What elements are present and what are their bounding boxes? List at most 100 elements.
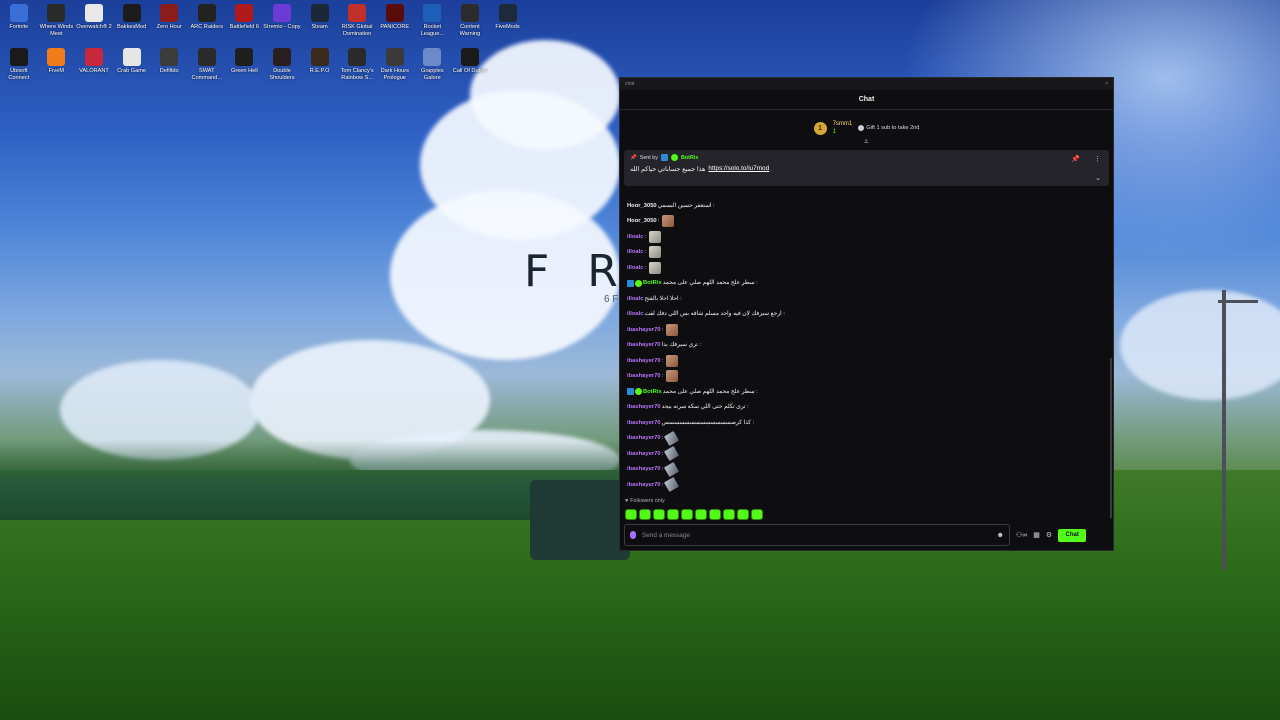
desktop-shortcut[interactable]: SWAT Command...	[188, 46, 226, 90]
quick-emote[interactable]	[737, 509, 749, 520]
quick-emote[interactable]	[709, 509, 721, 520]
pinned-author[interactable]: BotRix	[681, 155, 698, 161]
chevron-down-icon[interactable]: ⌄	[1095, 174, 1101, 182]
desktop-shortcut[interactable]: VALORANT	[75, 46, 113, 90]
emote-pen	[664, 461, 680, 477]
quick-emote[interactable]	[625, 509, 637, 520]
desktop-shortcut[interactable]: Call Of Duty®	[451, 46, 489, 90]
quick-emote[interactable]	[695, 509, 707, 520]
bakkesmod-icon	[122, 4, 141, 22]
chat-username[interactable]: Hoor_3050	[627, 203, 657, 209]
desktop-shortcut-label: Crab Game	[117, 68, 147, 74]
chat-username[interactable]: BotRix	[643, 280, 662, 286]
quick-emote[interactable]	[653, 509, 665, 520]
desktop-shortcut-label: Tom Clancy's Rainbow S...	[340, 68, 374, 81]
chat-username[interactable]: ibashayer70	[627, 404, 661, 410]
desktop-shortcut[interactable]: FiveMods	[489, 2, 527, 46]
chat-username[interactable]: ibashayer70	[627, 358, 661, 364]
chat-message-text: :	[661, 466, 664, 473]
chat-username[interactable]: ibashayer70	[627, 466, 661, 472]
desktop-icon-row: Fortnite Where Winds Meet Overwatch® 2 Bakk…	[0, 2, 530, 46]
quick-emote[interactable]	[751, 509, 763, 520]
desktop-shortcut-label: BakkesMod	[116, 24, 147, 30]
chat-username[interactable]: ibashayer70	[627, 435, 661, 441]
desktop-shortcut[interactable]: Grapples Galore	[414, 46, 452, 90]
chat-message-text: :	[657, 218, 660, 225]
desktop-shortcut[interactable]: Ubisoft Connect	[0, 46, 38, 90]
store-icon[interactable]: ▦	[1033, 531, 1040, 539]
chat-username[interactable]: ibashayer70	[627, 482, 661, 488]
desktop-shortcut[interactable]: Battlefield 6	[226, 2, 264, 46]
emoji-icon[interactable]: ☻	[997, 532, 1004, 539]
chat-username[interactable]: illoalc	[627, 296, 643, 302]
pinned-link[interactable]: https://solo.to/lu7mod	[708, 165, 769, 173]
chat-username[interactable]: illoalc	[627, 311, 643, 317]
desktop-shortcut[interactable]: Zero Hour	[150, 2, 188, 46]
desktop-shortcut[interactable]: Crab Game	[113, 46, 151, 90]
quick-emote[interactable]	[639, 509, 651, 520]
desktop-shortcut[interactable]: Rocket League...	[414, 2, 452, 46]
chat-username[interactable]: ibashayer70	[627, 420, 661, 426]
chat-header: Chat	[620, 90, 1113, 110]
chat-username[interactable]: illoalc	[627, 234, 643, 240]
window-titlebar[interactable]: chat ×	[620, 78, 1113, 90]
message-input[interactable]	[642, 531, 991, 539]
chevron-collapse-icon[interactable]: ⩡	[864, 137, 869, 147]
desktop-shortcut[interactable]: RISK Global Domination	[338, 2, 376, 46]
quick-emote[interactable]	[723, 509, 735, 520]
emote-pen	[664, 477, 680, 493]
close-icon[interactable]: ×	[1105, 81, 1108, 87]
steam-icon	[310, 4, 329, 22]
chat-username[interactable]: Hoor_3050	[627, 218, 657, 224]
unpin-icon[interactable]: 📌	[1071, 155, 1080, 163]
bot-icon	[627, 279, 634, 287]
send-chat-button[interactable]: Chat	[1058, 528, 1087, 542]
top-gifter[interactable]: 7smm1 1	[833, 120, 853, 136]
desktop-shortcut[interactable]: Defiltdo	[150, 46, 188, 90]
chat-message: BotRix: سطر علج محمد اللهم صلي علی محمد	[624, 384, 1110, 400]
quick-emote[interactable]	[681, 509, 693, 520]
more-options-icon[interactable]: ⋮	[1094, 155, 1101, 163]
desktop-shortcut[interactable]: Where Winds Meet	[38, 2, 76, 46]
desktop-shortcut[interactable]: Steam	[301, 2, 339, 46]
desktop-shortcut[interactable]: Dark Hours Prologue	[376, 46, 414, 90]
microphone-icon[interactable]	[630, 531, 636, 539]
chat-username[interactable]: ibashayer70	[627, 327, 661, 333]
quick-emote[interactable]	[667, 509, 679, 520]
chat-username[interactable]: ibashayer70	[627, 451, 661, 457]
chat-message: ibashayer70:	[624, 477, 1110, 493]
desktop-shortcut[interactable]: Fortnite	[0, 2, 38, 46]
desktop-shortcut[interactable]: ARC Raiders	[188, 2, 226, 46]
desktop-shortcut[interactable]: Overwatch® 2	[75, 2, 113, 46]
desktop-shortcut-label: Grapples Galore	[420, 68, 444, 81]
desktop-shortcut[interactable]: Stremio - Copy	[263, 2, 301, 46]
chat-message-text: : تري سيرفك بدا	[661, 342, 702, 349]
desktop-shortcut[interactable]: PANICORE	[376, 2, 414, 46]
rainbow-six-icon	[348, 48, 367, 66]
chat-message-text: :	[644, 233, 647, 240]
grapples-galore-icon	[423, 48, 442, 66]
chat-username[interactable]: ibashayer70	[627, 373, 661, 379]
message-input-box[interactable]: ☻	[624, 524, 1010, 546]
chat-username[interactable]: ibashayer70	[627, 342, 661, 348]
desktop-shortcut-label: Rocket League...	[420, 24, 444, 37]
chat-username[interactable]: illoalc	[627, 265, 643, 271]
gifter-count: 1	[832, 129, 836, 135]
message-list: Hoor_3050: استغفر حسين البسمي Hoor_3050: i…	[624, 198, 1110, 493]
verified-icon	[671, 154, 678, 161]
chat-message-text: :	[661, 373, 664, 380]
desktop-shortcut[interactable]: Tom Clancy's Rainbow S...	[338, 46, 376, 90]
chat-message-text: :	[661, 435, 664, 442]
desktop-shortcut[interactable]: BakkesMod	[113, 2, 151, 46]
gift-sub-prompt[interactable]: Gift 1 sub to take 2nd	[858, 125, 919, 131]
gear-icon[interactable]: ⚙	[1046, 531, 1052, 539]
desktop-shortcut[interactable]: Content Warning	[451, 2, 489, 46]
chat-username[interactable]: BotRix	[643, 389, 662, 395]
desktop-shortcut[interactable]: FiveM	[38, 46, 76, 90]
chat-username[interactable]: illoalc	[627, 249, 643, 255]
desktop-shortcut[interactable]: R.E.P.O	[301, 46, 339, 90]
desktop-shortcut[interactable]: Green Hell	[226, 46, 264, 90]
connections-icon[interactable]: ⚇∞	[1016, 531, 1027, 539]
desktop-shortcut[interactable]: Double Shoulders	[263, 46, 301, 90]
scrollbar[interactable]	[1110, 358, 1112, 518]
